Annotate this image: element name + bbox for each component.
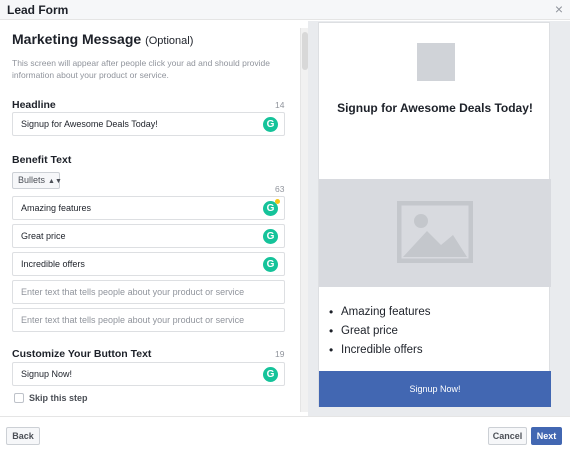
- title-bar: Lead Form ×: [0, 0, 570, 20]
- back-button[interactable]: Back: [6, 427, 40, 445]
- benefit-char-count: 63: [275, 184, 285, 194]
- close-icon[interactable]: ×: [555, 1, 563, 17]
- preview-bullet-3: Incredible offers: [329, 341, 431, 360]
- grammarly-icon[interactable]: G: [263, 257, 278, 272]
- benefit-item-2-input[interactable]: Great price G: [12, 224, 285, 248]
- preview-bullet-1: Amazing features: [329, 303, 431, 322]
- optional-tag: (Optional): [145, 35, 194, 47]
- button-text-input-value: Signup Now!: [21, 369, 73, 379]
- form-scrollbar[interactable]: [300, 28, 308, 412]
- preview-card: Signup for Awesome Deals Today! Amazing …: [318, 22, 551, 407]
- preview-bullet-list: Amazing features Great price Incredible …: [329, 303, 431, 360]
- headline-input-value: Signup for Awesome Deals Today!: [21, 119, 158, 129]
- preview-image-placeholder: [319, 179, 551, 287]
- benefit-text-label: Benefit Text: [12, 154, 72, 166]
- skip-step-label: Skip this step: [29, 393, 88, 403]
- section-description: This screen will appear after people cli…: [12, 58, 270, 80]
- headline-label: Headline: [12, 99, 56, 111]
- footer-bar: Back Cancel Next: [0, 416, 570, 451]
- benefit-item-5-placeholder: Enter text that tells people about your …: [21, 315, 245, 325]
- window-title: Lead Form: [7, 3, 69, 17]
- benefit-item-4-input[interactable]: Enter text that tells people about your …: [12, 280, 285, 304]
- preview-cta-button: Signup Now!: [319, 371, 551, 407]
- form-panel: Marketing Message (Optional) This screen…: [0, 21, 306, 416]
- benefit-item-1-value: Amazing features: [21, 203, 92, 213]
- skip-step-checkbox[interactable]: [14, 393, 24, 403]
- benefit-item-3-input[interactable]: Incredible offers G: [12, 252, 285, 276]
- section-title-text: Marketing Message: [12, 31, 142, 47]
- benefit-item-5-input[interactable]: Enter text that tells people about your …: [12, 308, 285, 332]
- grammarly-icon[interactable]: G: [263, 229, 278, 244]
- headline-char-count: 14: [275, 100, 285, 110]
- grammarly-icon[interactable]: G: [263, 117, 278, 132]
- benefit-item-3-value: Incredible offers: [21, 259, 85, 269]
- button-text-char-count: 19: [275, 349, 285, 359]
- benefit-item-2-value: Great price: [21, 231, 66, 241]
- next-button[interactable]: Next: [531, 427, 562, 445]
- benefit-item-1-input[interactable]: Amazing features G: [12, 196, 285, 220]
- headline-input[interactable]: Signup for Awesome Deals Today! G: [12, 112, 285, 136]
- benefit-format-value: Bullets: [18, 175, 46, 185]
- preview-bullet-2: Great price: [329, 322, 431, 341]
- section-title: Marketing Message (Optional): [12, 31, 193, 47]
- grammarly-alert-dot-icon: [275, 199, 280, 204]
- benefit-item-4-placeholder: Enter text that tells people about your …: [21, 287, 245, 297]
- cancel-button[interactable]: Cancel: [488, 427, 527, 445]
- button-text-label: Customize Your Button Text: [12, 348, 152, 360]
- logo-placeholder-icon: [417, 43, 455, 81]
- preview-headline: Signup for Awesome Deals Today!: [337, 101, 533, 115]
- updown-icon: ▲▼: [48, 178, 62, 185]
- button-text-input[interactable]: Signup Now! G: [12, 362, 285, 386]
- grammarly-icon[interactable]: G: [263, 367, 278, 382]
- benefit-format-select[interactable]: Bullets ▲▼: [12, 172, 62, 189]
- image-icon: [397, 201, 473, 263]
